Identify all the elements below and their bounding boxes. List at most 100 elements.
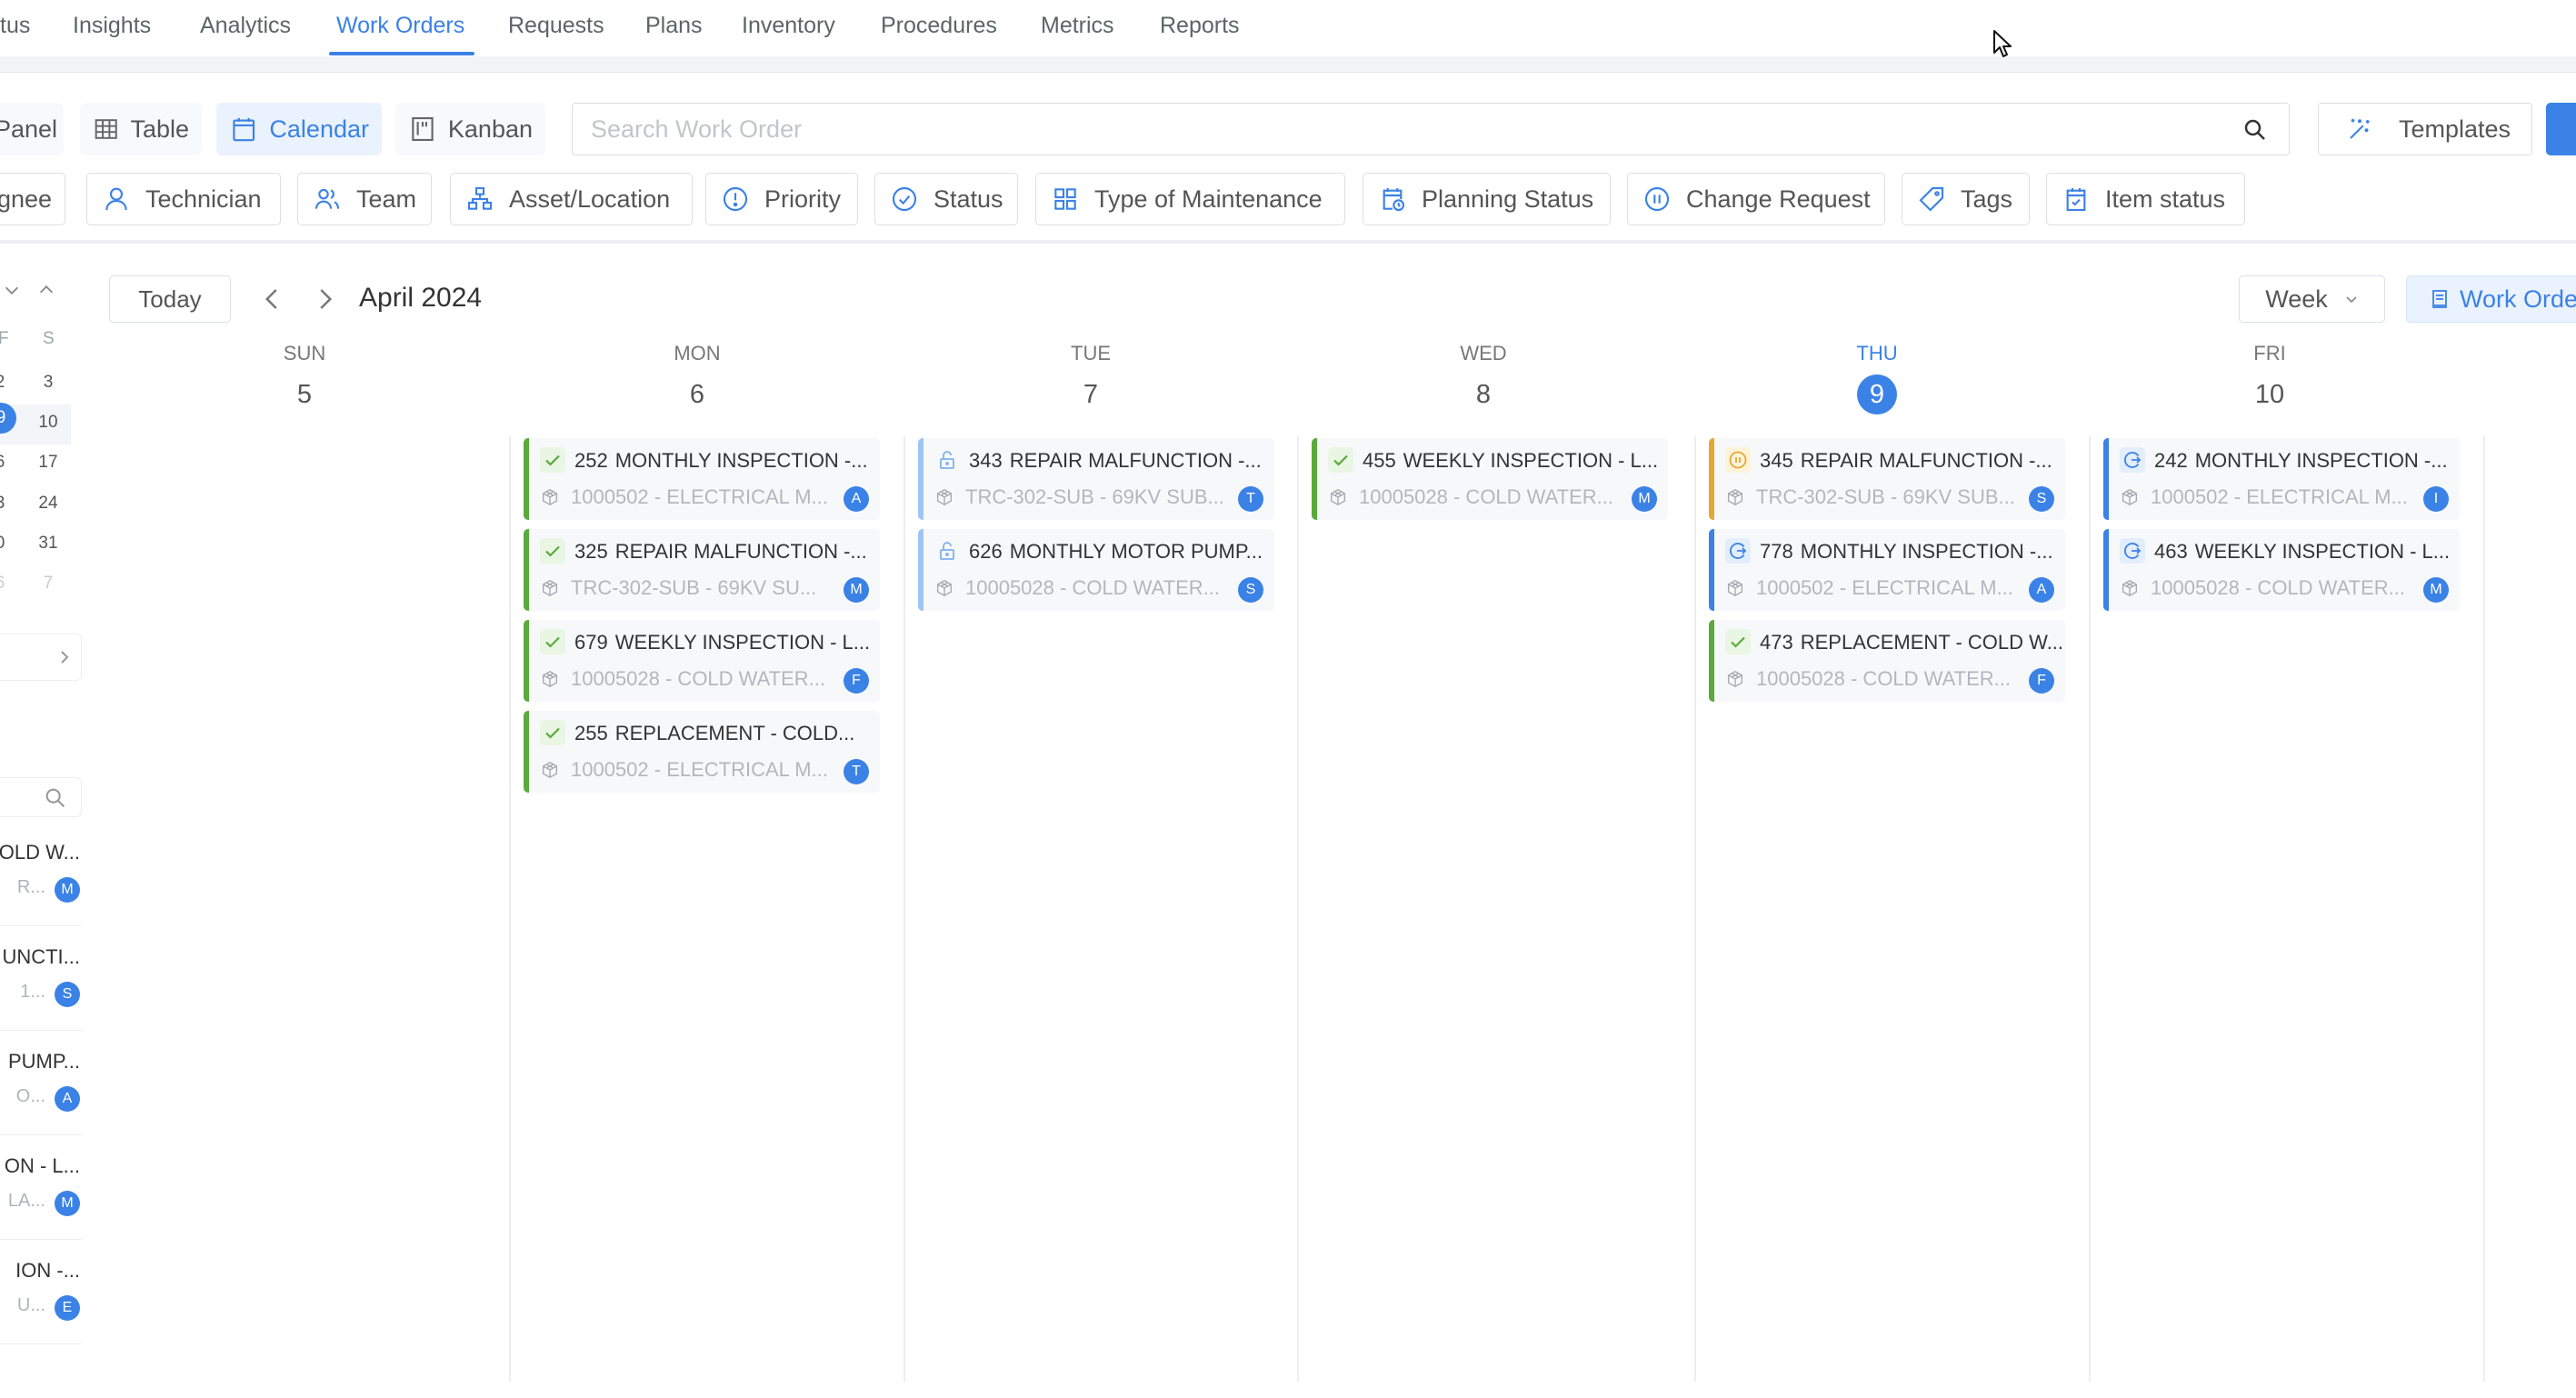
checkmark-icon bbox=[540, 538, 565, 564]
sidebar-work-order-item[interactable]: PUMP... O... A bbox=[0, 1032, 82, 1135]
search-input[interactable] bbox=[591, 104, 2227, 155]
today-button[interactable]: Today bbox=[109, 275, 231, 323]
mini-day[interactable]: 10 bbox=[30, 413, 66, 433]
chevron-up-icon[interactable] bbox=[36, 280, 56, 300]
top-nav: tus Insights Analytics Work Orders Reque… bbox=[0, 0, 2576, 56]
view-calendar-button[interactable]: Calendar bbox=[216, 103, 382, 155]
work-order-card[interactable]: 345 REPAIR MALFUNCTION -... TRC-302-SUB - … bbox=[1709, 438, 2065, 520]
sidebar-search-field[interactable] bbox=[0, 777, 82, 817]
day-date[interactable]: 10 bbox=[2250, 374, 2290, 414]
previous-week-button[interactable] bbox=[259, 284, 286, 315]
tab-status[interactable]: tus bbox=[0, 13, 30, 39]
mini-day[interactable]: 2 bbox=[0, 373, 18, 393]
work-order-title: 343 REPAIR MALFUNCTION -... bbox=[969, 449, 1273, 473]
tab-work-orders[interactable]: Work Orders bbox=[336, 13, 464, 39]
work-order-name: MONTHLY INSPECTION -... bbox=[1800, 540, 2053, 563]
work-order-id: 473 bbox=[1760, 631, 1793, 654]
day-column-divider bbox=[1297, 436, 1299, 1382]
work-orders-toggle-button[interactable]: Work Orde bbox=[2406, 275, 2576, 323]
view-kanban-button[interactable]: Kanban bbox=[395, 103, 545, 155]
filter-planning-status[interactable]: Planning Status bbox=[1363, 173, 1611, 225]
day-name: TUE bbox=[1071, 342, 1111, 364]
sidebar-item-subtitle: R... bbox=[16, 877, 45, 897]
user-icon bbox=[105, 187, 127, 211]
mini-day[interactable]: 31 bbox=[30, 534, 66, 554]
filter-tags[interactable]: Tags bbox=[1902, 173, 2030, 225]
day-date[interactable]: 6 bbox=[677, 374, 717, 414]
view-table-button[interactable]: Table bbox=[80, 103, 202, 155]
tab-metrics[interactable]: Metrics bbox=[1041, 13, 1114, 39]
work-order-name: WEEKLY INSPECTION - L... bbox=[614, 631, 871, 654]
work-order-card[interactable]: 252 MONTHLY INSPECTION -... 1000502 - ELEC… bbox=[524, 438, 880, 520]
day-name: WED bbox=[1460, 342, 1507, 364]
mini-day[interactable]: 0 bbox=[0, 534, 18, 554]
filter-assignee[interactable]: gnee bbox=[0, 173, 65, 225]
day-date[interactable]: 7 bbox=[1071, 374, 1111, 414]
filter-item-status[interactable]: Item status bbox=[2046, 173, 2245, 225]
day-date-today[interactable]: 9 bbox=[1857, 374, 1897, 414]
work-order-card[interactable]: 679 WEEKLY INSPECTION - L... 10005028 - CO… bbox=[524, 620, 880, 702]
view-range-select[interactable]: Week bbox=[2239, 275, 2385, 323]
tab-procedures[interactable]: Procedures bbox=[881, 13, 997, 39]
create-work-order-button[interactable] bbox=[2546, 103, 2576, 155]
mini-day[interactable]: 6 bbox=[0, 574, 18, 594]
day-name: FRI bbox=[2253, 342, 2286, 364]
sidebar-work-order-item[interactable]: ION -... U... E bbox=[0, 1241, 82, 1344]
filter-change-request[interactable]: Change Request bbox=[1627, 173, 1885, 225]
templates-button[interactable]: Templates bbox=[2318, 103, 2532, 155]
mini-day[interactable]: 6 bbox=[0, 453, 18, 473]
work-order-card[interactable]: 242 MONTHLY INSPECTION -... 1000502 - ELEC… bbox=[2103, 438, 2460, 520]
tab-inventory[interactable]: Inventory bbox=[742, 13, 835, 39]
filter-status[interactable]: Status bbox=[874, 173, 1018, 225]
toolbar-divider bbox=[0, 240, 2576, 244]
mini-day[interactable]: 17 bbox=[30, 453, 66, 473]
mini-day[interactable]: 3 bbox=[30, 373, 66, 393]
work-order-card[interactable]: 778 MONTHLY INSPECTION -... 1000502 - ELEC… bbox=[1709, 529, 2065, 611]
day-name: SUN bbox=[283, 342, 326, 364]
work-order-asset: 10005028 - COLD WATER... bbox=[965, 576, 1220, 599]
mini-day[interactable]: 7 bbox=[30, 574, 66, 594]
work-order-card[interactable]: 626 MONTHLY MOTOR PUMP... 10005028 - COLD … bbox=[918, 529, 1274, 611]
work-order-card[interactable]: 255 REPLACEMENT - COLD... 1000502 - ELECTR… bbox=[524, 711, 880, 793]
work-order-card[interactable]: 473 REPLACEMENT - COLD W... 10005028 - COL… bbox=[1709, 620, 2065, 702]
filter-priority[interactable]: Priority bbox=[705, 173, 858, 225]
filter-priority-label: Priority bbox=[764, 185, 842, 213]
work-order-id: 252 bbox=[574, 449, 608, 472]
filter-team[interactable]: Team bbox=[297, 173, 432, 225]
tab-insights[interactable]: Insights bbox=[73, 13, 151, 39]
tab-analytics[interactable]: Analytics bbox=[200, 13, 291, 39]
day-date[interactable]: 8 bbox=[1463, 374, 1503, 414]
search-icon[interactable] bbox=[43, 785, 68, 811]
day-name: THU bbox=[1856, 342, 1898, 364]
work-order-title: 252 MONTHLY INSPECTION -... bbox=[574, 449, 879, 473]
work-order-card[interactable]: 455 WEEKLY INSPECTION - L... 10005028 - CO… bbox=[1312, 438, 1668, 520]
view-calendar-label: Calendar bbox=[269, 115, 369, 143]
tab-reports[interactable]: Reports bbox=[1160, 13, 1240, 39]
filter-planning-status-label: Planning Status bbox=[1422, 185, 1594, 213]
work-order-card[interactable]: 463 WEEKLY INSPECTION - L... 10005028 - CO… bbox=[2103, 529, 2460, 611]
sidebar-expand-button[interactable] bbox=[0, 634, 82, 681]
assignee-avatar: F bbox=[2029, 668, 2054, 694]
tab-requests[interactable]: Requests bbox=[508, 13, 604, 39]
sidebar-work-order-item[interactable]: UNCTI... 1... S bbox=[0, 927, 82, 1031]
mini-day[interactable]: 3 bbox=[0, 494, 18, 514]
search-icon[interactable] bbox=[2242, 116, 2269, 144]
day-date[interactable]: 5 bbox=[285, 374, 324, 414]
filter-type-of-maintenance[interactable]: Type of Maintenance bbox=[1035, 173, 1345, 225]
work-order-id: 626 bbox=[969, 540, 1003, 563]
next-week-button[interactable] bbox=[311, 284, 338, 315]
search-work-order-field[interactable] bbox=[572, 103, 2290, 155]
sidebar-work-order-item[interactable]: ON - L... LA... M bbox=[0, 1136, 82, 1240]
work-order-card[interactable]: 343 REPAIR MALFUNCTION -... TRC-302-SUB - … bbox=[918, 438, 1274, 520]
mini-day[interactable]: 24 bbox=[30, 494, 66, 514]
check-circle-icon bbox=[892, 186, 917, 212]
work-order-card[interactable]: 325 REPAIR MALFUNCTION -... TRC-302-SUB - … bbox=[524, 529, 880, 611]
chevron-down-icon[interactable] bbox=[2, 280, 22, 300]
sidebar-work-order-item[interactable]: OLD W... R... M bbox=[0, 823, 82, 926]
filter-asset-location[interactable]: Asset/Location bbox=[450, 173, 693, 225]
sidebar-item-title: OLD W... bbox=[0, 841, 80, 864]
filter-technician[interactable]: Technician bbox=[86, 173, 281, 225]
asset-cube-icon bbox=[934, 578, 954, 598]
tab-plans[interactable]: Plans bbox=[645, 13, 703, 39]
view-panel-button[interactable]: Panel bbox=[0, 103, 64, 155]
